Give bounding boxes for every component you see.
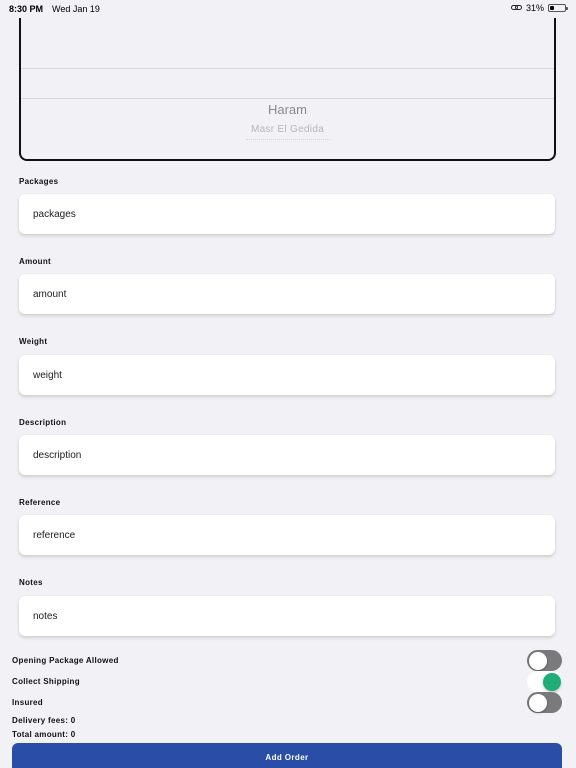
switch-knob <box>542 672 561 691</box>
picker-option-selected[interactable]: Haram <box>21 102 554 117</box>
switch-knob <box>528 651 547 670</box>
status-time: 8:30 PM <box>9 4 44 14</box>
packages-input[interactable]: packages <box>19 194 555 234</box>
status-date: Wed Jan 19 <box>52 4 100 14</box>
opening-package-label: Opening Package Allowed <box>12 656 119 665</box>
picker-divider-top <box>21 68 554 69</box>
total-amount: Total amount: 0 <box>12 730 76 739</box>
description-input[interactable]: description <box>19 435 555 475</box>
picker-divider-bottom <box>21 98 554 99</box>
battery-percent: 31% <box>525 3 544 13</box>
amount-label: Amount <box>19 257 52 266</box>
insured-switch[interactable] <box>527 692 562 713</box>
status-indicators: 31% <box>510 3 568 13</box>
delivery-fees: Delivery fees: 0 <box>12 716 76 725</box>
picker-option-faded <box>245 139 330 142</box>
status-bar: 8:30 PM Wed Jan 19 31% <box>0 0 576 18</box>
description-label: Description <box>19 418 67 427</box>
switch-knob <box>528 693 547 712</box>
area-picker[interactable]: Haram Masr El Gedida <box>19 18 556 161</box>
collect-shipping-label: Collect Shipping <box>12 677 80 686</box>
weight-label: Weight <box>19 337 48 346</box>
reference-input[interactable]: reference <box>19 515 555 555</box>
weight-input[interactable]: weight <box>19 355 555 395</box>
notes-input[interactable]: notes <box>19 596 555 636</box>
collect-shipping-switch[interactable] <box>527 671 562 692</box>
link-icon <box>510 4 522 12</box>
add-order-button[interactable]: Add Order <box>12 743 562 768</box>
opening-package-switch[interactable] <box>527 650 562 671</box>
packages-label: Packages <box>19 177 59 186</box>
notes-label: Notes <box>19 578 43 587</box>
picker-option-next[interactable]: Masr El Gedida <box>21 124 554 135</box>
reference-label: Reference <box>19 498 61 507</box>
insured-label: Insured <box>12 698 43 707</box>
amount-input[interactable]: amount <box>19 274 555 314</box>
battery-icon <box>548 4 568 12</box>
